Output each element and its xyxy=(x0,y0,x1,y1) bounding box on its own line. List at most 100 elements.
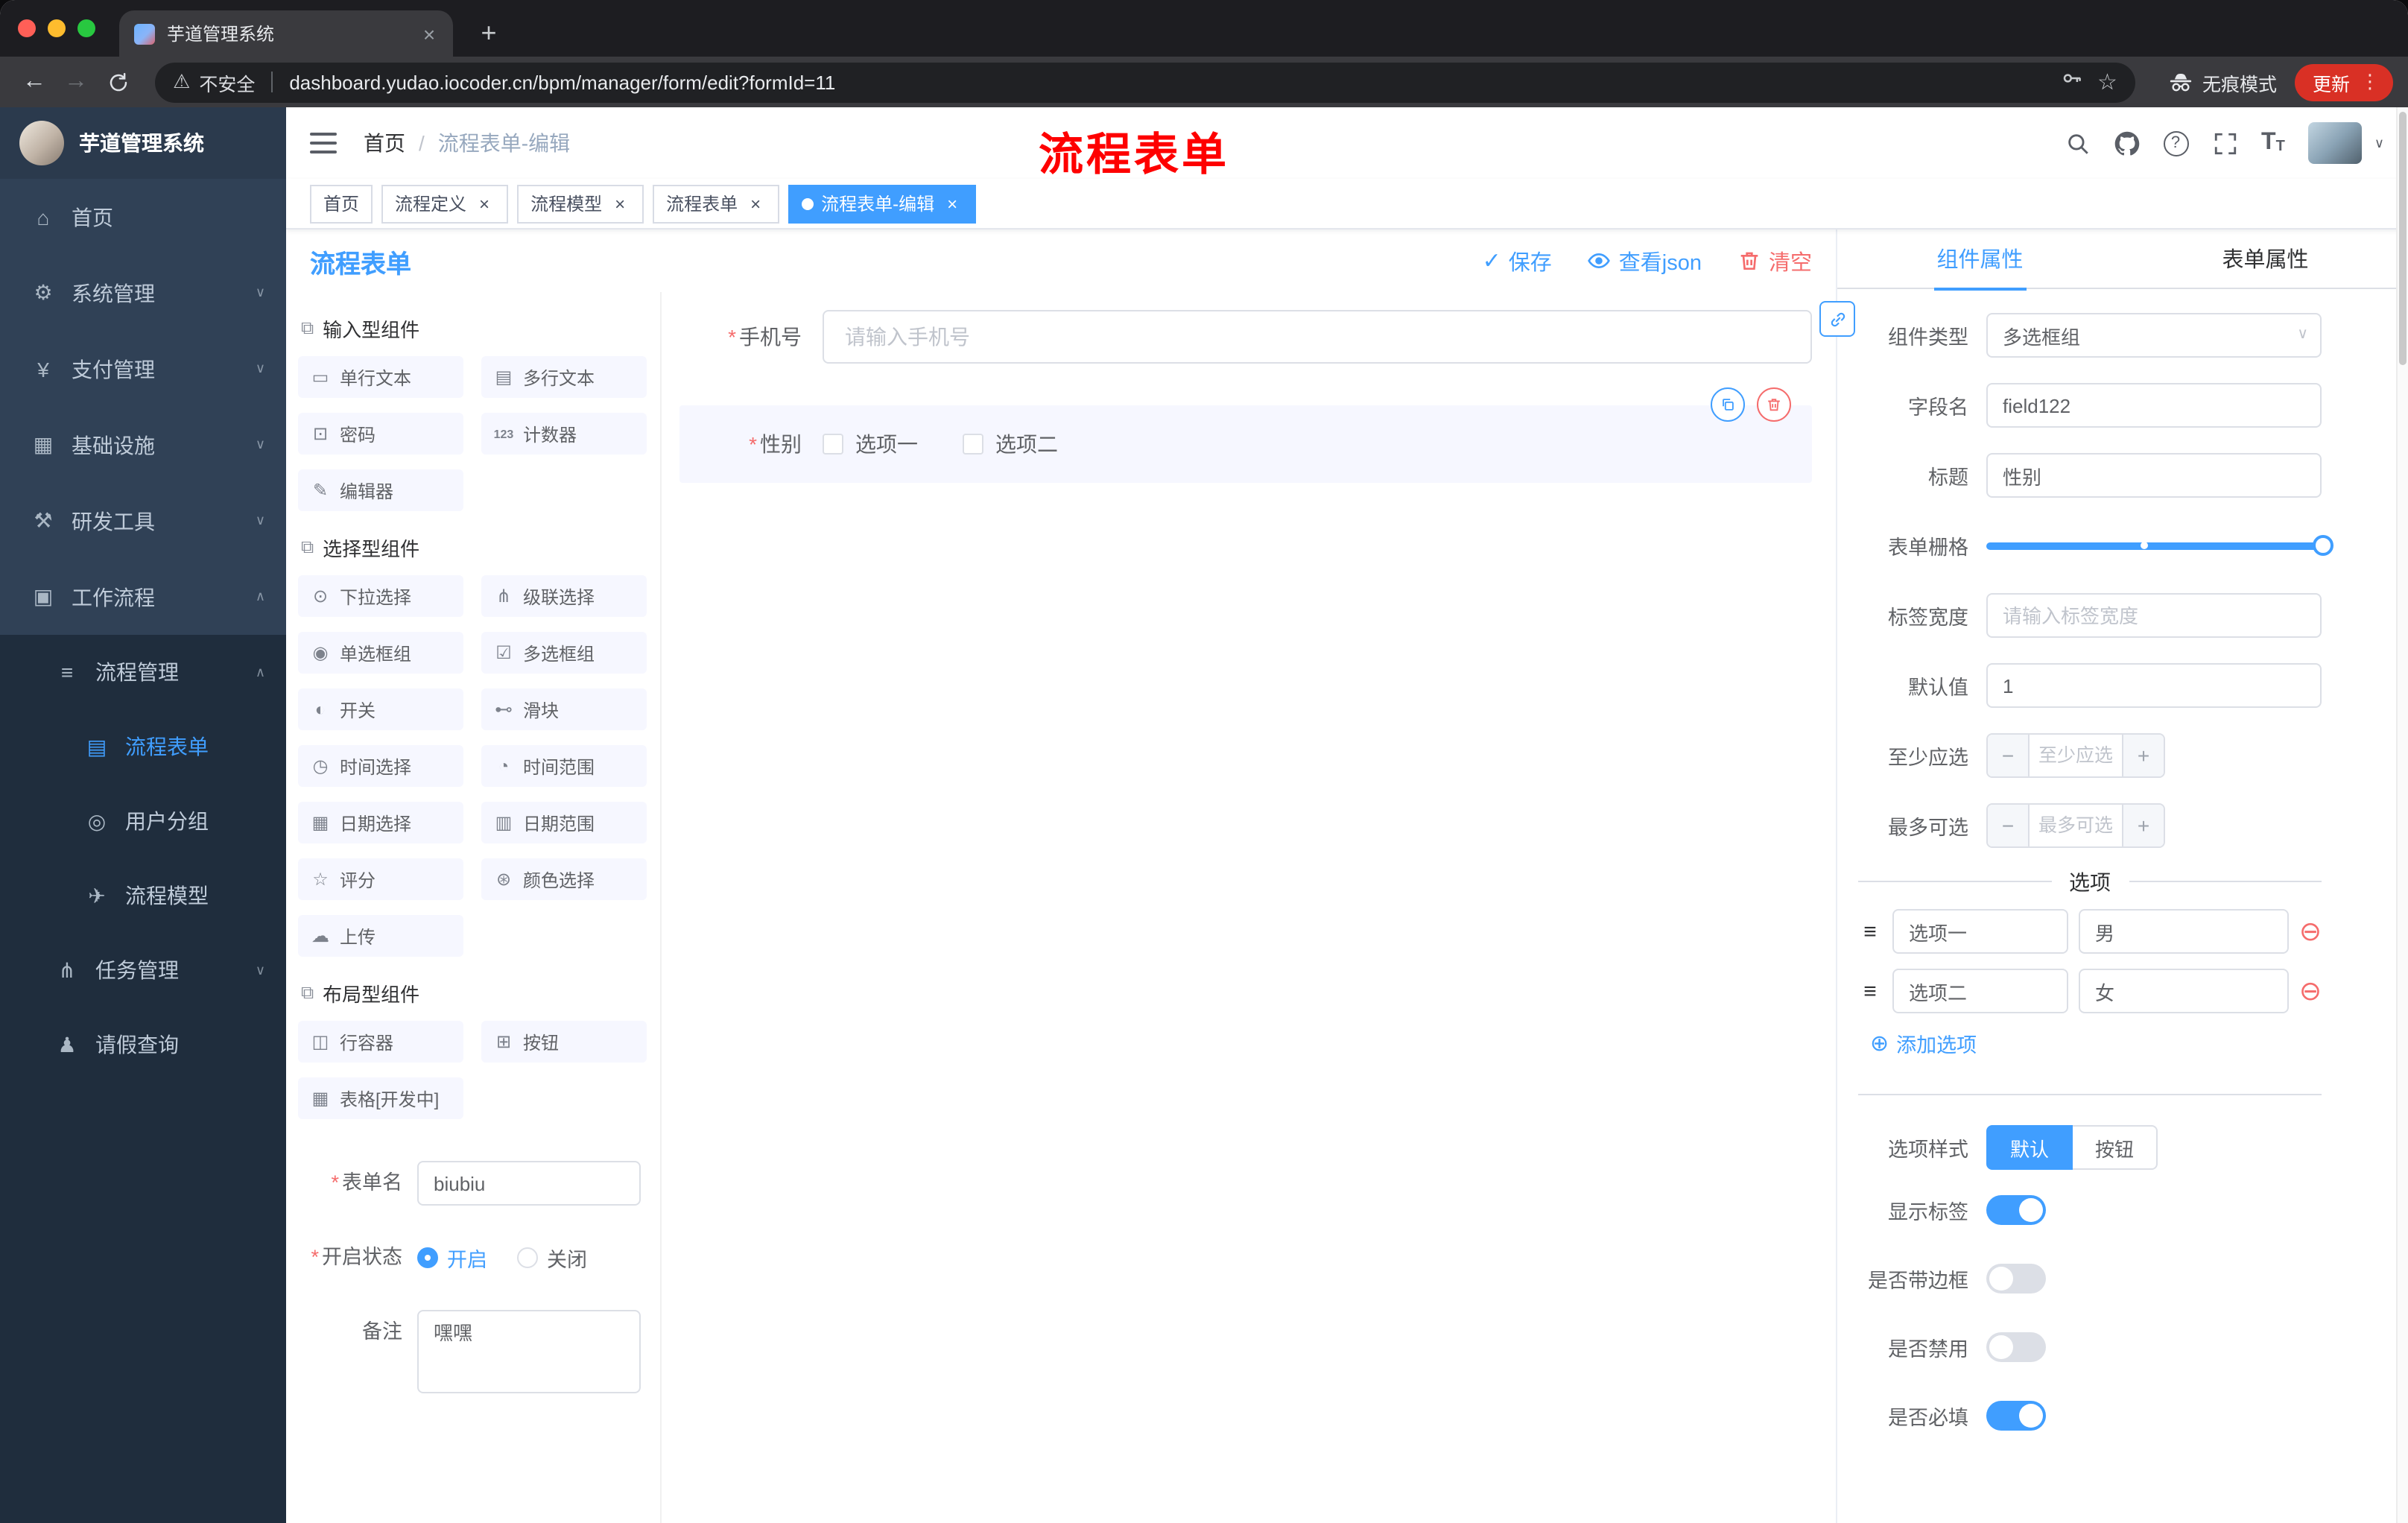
search-icon[interactable] xyxy=(2065,130,2090,156)
component-item-switch[interactable]: ◐ 开关 xyxy=(298,688,463,730)
form-grid-slider[interactable] xyxy=(1986,523,2333,568)
increase-button[interactable]: + xyxy=(2122,735,2164,776)
option-label-input[interactable] xyxy=(1892,969,2068,1013)
component-item-color-picker[interactable]: ⊛ 颜色选择 xyxy=(481,858,647,900)
checkbox-option-2[interactable]: 选项二 xyxy=(963,429,1058,459)
sidebar-item-home[interactable]: ⌂ 首页 xyxy=(0,179,286,255)
tab-form-props[interactable]: 表单属性 xyxy=(2123,229,2408,288)
sidebar-item-infrastructure[interactable]: ▦ 基础设施 ∨ xyxy=(0,407,286,483)
tag-close-icon[interactable]: × xyxy=(745,193,766,214)
clear-button[interactable]: 清空 xyxy=(1737,245,1812,276)
component-item-select[interactable]: ⊙ 下拉选择 xyxy=(298,575,463,617)
avatar[interactable] xyxy=(2308,122,2363,164)
remove-option-icon[interactable]: ⊖ xyxy=(2299,978,2322,1004)
back-button[interactable]: ← xyxy=(15,63,54,101)
component-item-date-picker[interactable]: ▦ 日期选择 xyxy=(298,802,463,843)
tag-process-form-edit[interactable]: 流程表单-编辑 × xyxy=(788,184,977,223)
browser-menu-icon[interactable]: ⋮ xyxy=(2356,70,2384,94)
sidebar-item-dev-tools[interactable]: ⚒ 研发工具 ∨ xyxy=(0,483,286,559)
tag-process-form[interactable]: 流程表单 × xyxy=(653,184,780,223)
phone-input[interactable] xyxy=(823,310,1812,364)
font-size-icon[interactable]: TT xyxy=(2261,130,2285,155)
sidebar-item-system-management[interactable]: ⚙ 系统管理 ∨ xyxy=(0,255,286,331)
remark-textarea[interactable]: 嘿嘿 xyxy=(417,1310,641,1393)
sidebar-item-task-management[interactable]: ⋔ 任务管理 ∨ xyxy=(0,933,286,1007)
style-default-button[interactable]: 默认 xyxy=(1986,1125,2073,1170)
component-item-editor[interactable]: ✎ 编辑器 xyxy=(298,469,463,511)
option-value-input[interactable] xyxy=(2079,969,2289,1013)
component-item-upload[interactable]: ☁ 上传 xyxy=(298,915,463,957)
copy-field-button[interactable] xyxy=(1711,387,1745,422)
slider-handle[interactable] xyxy=(2313,535,2333,556)
tag-close-icon[interactable]: × xyxy=(942,193,963,214)
component-item-multi-text[interactable]: ▤ 多行文本 xyxy=(481,356,647,398)
sidebar-item-user-group[interactable]: ◎ 用户分组 xyxy=(0,784,286,858)
fullscreen-icon[interactable] xyxy=(2212,130,2237,156)
option-value-input[interactable] xyxy=(2079,909,2289,954)
component-item-password[interactable]: ⊡ 密码 xyxy=(298,413,463,455)
component-item-slider[interactable]: ⊷ 滑块 xyxy=(481,688,647,730)
phone-field[interactable]: * 手机号 xyxy=(679,310,1812,364)
label-width-input[interactable] xyxy=(1986,593,2322,638)
radio-icon[interactable] xyxy=(417,1247,438,1268)
status-radio-on[interactable]: 开启 xyxy=(417,1243,487,1273)
component-item-button[interactable]: ⊞ 按钮 xyxy=(481,1021,647,1063)
forward-button[interactable]: → xyxy=(57,63,95,101)
component-item-time-picker[interactable]: ◷ 时间选择 xyxy=(298,745,463,787)
page-scrollbar[interactable] xyxy=(2396,107,2408,1523)
component-item-time-range[interactable]: ◔ 时间范围 xyxy=(481,745,647,787)
decrease-button[interactable]: − xyxy=(1988,735,2030,776)
security-warning-icon[interactable]: ⚠ xyxy=(173,70,190,94)
tab-component-props[interactable]: 组件属性 xyxy=(1837,229,2123,290)
tag-close-icon[interactable]: × xyxy=(609,193,630,214)
min-select-input[interactable] xyxy=(2030,735,2122,776)
decrease-button[interactable]: − xyxy=(1988,805,2030,846)
sidebar-item-workflow[interactable]: ▣ 工作流程 ∧ xyxy=(0,559,286,635)
field-name-input[interactable] xyxy=(1986,383,2322,428)
view-json-button[interactable]: 查看json xyxy=(1588,245,1702,276)
disabled-switch[interactable] xyxy=(1986,1332,2046,1362)
component-item-checkbox-group[interactable]: ☑ 多选框组 xyxy=(481,632,647,674)
tab-close-icon[interactable]: × xyxy=(417,22,441,45)
zoom-window-button[interactable] xyxy=(77,19,95,37)
component-type-select[interactable]: ∨ xyxy=(1986,313,2322,358)
required-switch[interactable] xyxy=(1986,1401,2046,1431)
minimize-window-button[interactable] xyxy=(48,19,66,37)
drag-handle-icon[interactable]: ≡ xyxy=(1858,978,1882,1004)
breadcrumb-home[interactable]: 首页 xyxy=(364,128,405,158)
component-item-date-range[interactable]: ▥ 日期范围 xyxy=(481,802,647,843)
checkbox-icon[interactable] xyxy=(823,434,843,455)
tag-process-definition[interactable]: 流程定义 × xyxy=(381,184,509,223)
sidebar-item-process-form[interactable]: ▤ 流程表单 xyxy=(0,709,286,784)
component-item-table[interactable]: ▦ 表格[开发中] xyxy=(298,1077,463,1119)
component-item-single-text[interactable]: ▭ 单行文本 xyxy=(298,356,463,398)
help-icon[interactable]: ? xyxy=(2163,130,2189,156)
component-item-counter[interactable]: 123 计数器 xyxy=(481,413,647,455)
close-window-button[interactable] xyxy=(18,19,36,37)
status-radio-off[interactable]: 关闭 xyxy=(517,1243,587,1273)
component-type-value[interactable] xyxy=(1986,313,2322,358)
address-bar[interactable]: ⚠ 不安全 dashboard.yudao.iocoder.cn/bpm/man… xyxy=(155,62,2135,102)
checkbox-option-1[interactable]: 选项一 xyxy=(823,429,918,459)
reload-button[interactable] xyxy=(98,63,137,101)
component-item-cascader[interactable]: ⋔ 级联选择 xyxy=(481,575,647,617)
title-input[interactable] xyxy=(1986,453,2322,498)
update-button[interactable]: 更新 ⋮ xyxy=(2294,63,2393,101)
sidebar-item-process-model[interactable]: ✈ 流程模型 xyxy=(0,858,286,933)
tag-process-model[interactable]: 流程模型 × xyxy=(517,184,644,223)
component-item-rate[interactable]: ☆ 评分 xyxy=(298,858,463,900)
border-switch[interactable] xyxy=(1986,1264,2046,1294)
slider-track[interactable] xyxy=(1986,535,2333,556)
show-label-switch[interactable] xyxy=(1986,1195,2046,1225)
default-value-input[interactable] xyxy=(1986,663,2322,708)
sidebar-item-leave-query[interactable]: ♟ 请假查询 xyxy=(0,1007,286,1082)
style-button-button[interactable]: 按钮 xyxy=(2073,1125,2158,1170)
bookmark-star-icon[interactable]: ☆ xyxy=(2097,69,2117,95)
drag-handle-icon[interactable]: ≡ xyxy=(1858,919,1882,944)
gender-field[interactable]: * 性别 选项一 选项二 xyxy=(679,387,1812,483)
component-item-radio-group[interactable]: ◉ 单选框组 xyxy=(298,632,463,674)
save-button[interactable]: ✓ 保存 xyxy=(1483,245,1552,276)
tag-close-icon[interactable]: × xyxy=(474,193,495,214)
sidebar-item-process-management[interactable]: ≡ 流程管理 ∧ xyxy=(0,635,286,709)
tag-home[interactable]: 首页 xyxy=(310,184,373,223)
